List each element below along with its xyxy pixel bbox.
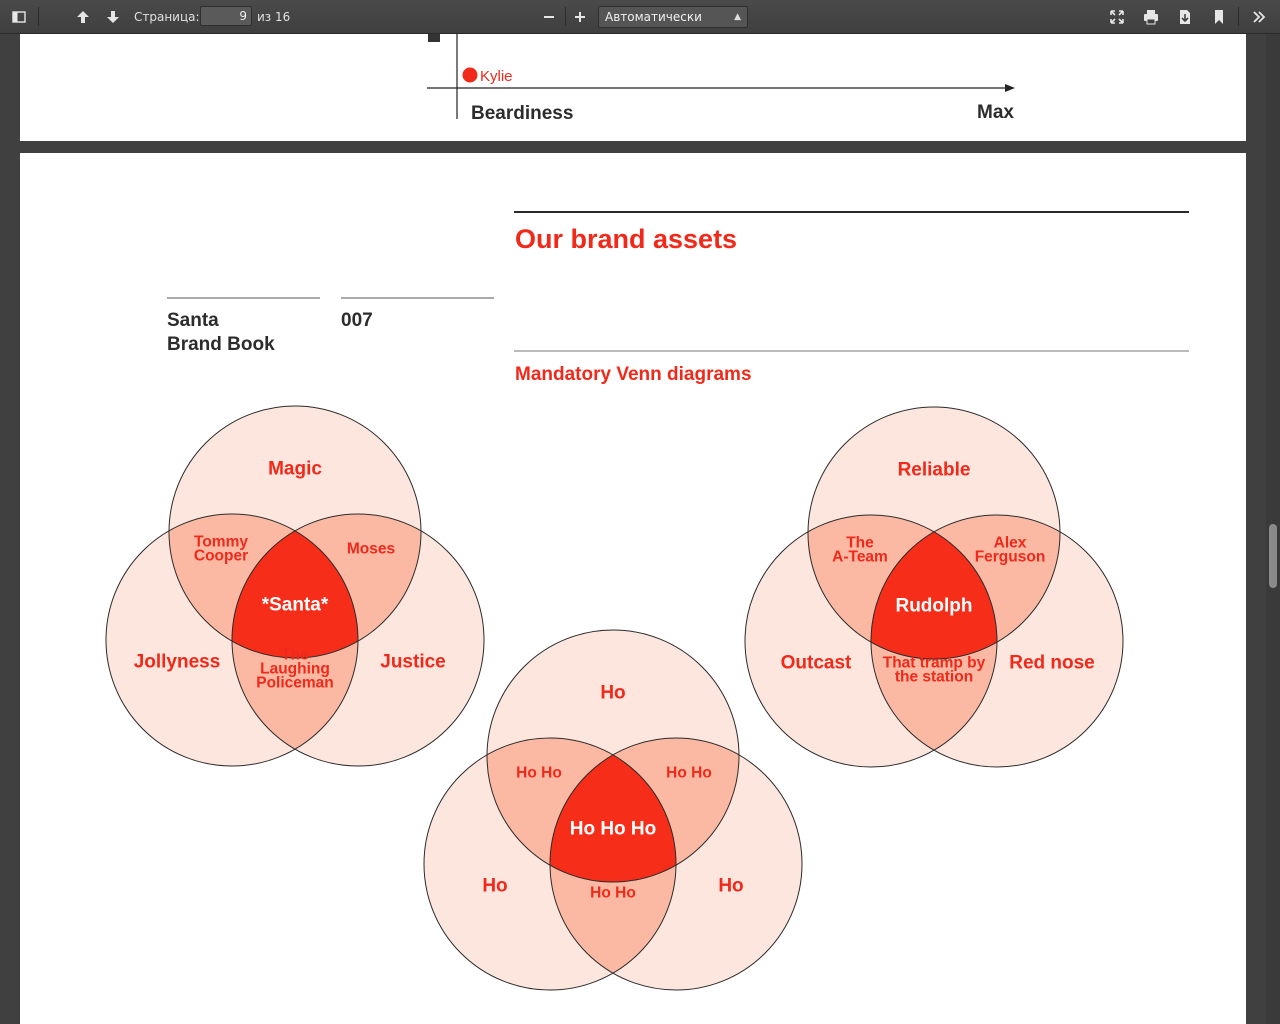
zoom-out-icon[interactable] (538, 0, 560, 33)
page-heading: Our brand assets (515, 224, 737, 254)
venn-middle-label-center: Ho Ho Ho (570, 819, 657, 840)
venn-left-diagram: MagicJollyness JusticeTommy Cooper MosesThe… (105, 405, 485, 767)
pdf-page-8: Kylie Beardiness Max (20, 34, 1246, 141)
venn-middle-label-top-left: Ho Ho (516, 764, 562, 781)
venn-middle-label-left: Ho (482, 876, 507, 897)
sidebar-toggle-icon[interactable] (8, 0, 30, 33)
venn-left-label-top-left: Tommy Cooper (194, 533, 248, 564)
previous-page-icon[interactable] (72, 0, 94, 33)
kylie-point (462, 67, 478, 83)
x-axis-label: Beardiness (471, 103, 573, 124)
document-viewer[interactable]: Kylie Beardiness Max Our brand assets Ma… (0, 34, 1266, 1024)
venn-middle-label-top-right: Ho Ho (666, 764, 712, 781)
kylie-label: Kylie (480, 68, 513, 85)
pdf-page-9: Our brand assets Mandatory Venn diagrams… (20, 153, 1246, 1024)
zoom-select[interactable]: Автоматически ▲ (598, 6, 748, 28)
x-axis-arrow-icon (1005, 84, 1015, 92)
print-icon[interactable] (1140, 0, 1162, 33)
toolbar-divider (1238, 7, 1239, 26)
venn-right-diagram: ReliableOutcast Red noseThe A-TeamAlex Ferg… (744, 406, 1124, 768)
venn-left-label-center: *Santa* (262, 595, 329, 616)
download-icon[interactable] (1174, 0, 1196, 33)
tools-menu-icon[interactable] (1248, 0, 1270, 33)
venn-right-label-center: Rudolph (895, 596, 972, 617)
presentation-mode-icon[interactable] (1106, 0, 1128, 33)
toolbar-divider (38, 7, 39, 26)
venn-left-label-top-right: Moses (347, 540, 395, 557)
pdf-toolbar: Страница: 9 из 16 Автоматически ▲ (0, 0, 1280, 34)
venn-middle-label-bottom: Ho Ho (590, 884, 636, 901)
venn-right-label-bottom: That tramp by the station (883, 654, 986, 685)
x-axis-max-label: Max (977, 102, 1014, 123)
zoom-select-value: Автоматически (605, 10, 702, 24)
venn-middle-diagram: Ho Ho Ho Ho Ho Ho Ho Ho Ho Ho Ho Ho (423, 629, 803, 991)
venn-left-label-right: Justice (380, 652, 445, 673)
venn-middle-label-top: Ho (600, 683, 625, 704)
santa-brand-book-title: Santa Brand Book (167, 310, 275, 355)
venn-left-label-left: Jollyness (134, 652, 221, 673)
page-subheading: Mandatory Venn diagrams (515, 364, 752, 385)
zoom-in-icon[interactable] (569, 0, 591, 33)
page-number-input[interactable]: 9 (200, 6, 252, 26)
bookmark-icon[interactable] (1208, 0, 1230, 33)
venn-middle-label-right: Ho (718, 876, 743, 897)
venn-right-label-top: Reliable (898, 460, 971, 481)
venn-left-label-top: Magic (268, 459, 322, 480)
rotated-axis-label-fragment (428, 34, 440, 42)
toolbar-divider (565, 7, 566, 26)
page-number-text: 007 (341, 310, 373, 331)
vertical-scrollbar[interactable] (1266, 34, 1280, 1024)
scrollbar-thumb[interactable] (1269, 524, 1277, 588)
page-total: из 16 (257, 9, 291, 24)
venn-right-label-right: Red nose (1009, 653, 1095, 674)
select-arrows-icon: ▲ (734, 12, 741, 22)
page-label: Страница: (134, 9, 200, 24)
next-page-icon[interactable] (102, 0, 124, 33)
venn-right-label-left: Outcast (781, 653, 852, 674)
